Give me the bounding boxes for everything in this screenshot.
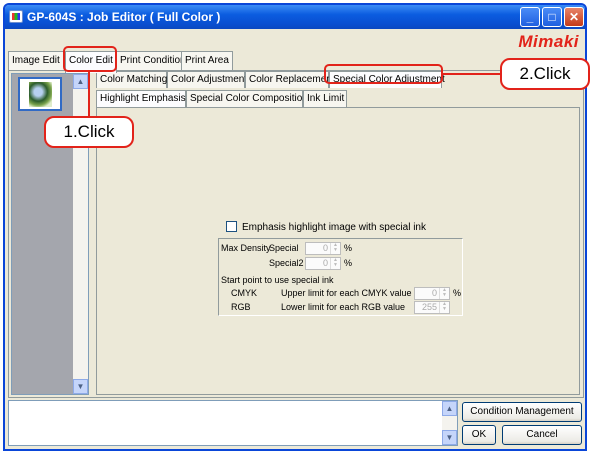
- emphasis-checkbox-row[interactable]: Emphasis highlight image with special in…: [226, 221, 426, 233]
- highlight-emphasis-panel: Emphasis highlight image with special in…: [96, 107, 580, 395]
- emphasis-checkbox-label: Emphasis highlight image with special in…: [242, 222, 426, 233]
- special2-label: Special2: [269, 258, 304, 268]
- thumbnail-image: [29, 82, 52, 107]
- rgb-spinner[interactable]: 255 ▲ ▼: [414, 301, 450, 314]
- scroll-up-icon[interactable]: ▲: [73, 74, 88, 89]
- app-icon: [9, 10, 23, 23]
- cmyk-desc: Upper limit for each CMYK value: [281, 288, 412, 298]
- condition-management-button[interactable]: Condition Management: [462, 402, 582, 422]
- cmyk-spinner[interactable]: 0 ▲ ▼: [414, 287, 450, 300]
- tab-print-area[interactable]: Print Area: [181, 51, 233, 71]
- message-box[interactable]: ▲ ▼: [8, 400, 458, 446]
- cmyk-label: CMYK: [231, 288, 258, 298]
- special2-percent: %: [344, 258, 353, 268]
- tab-print-condition[interactable]: Print Condition: [116, 51, 186, 71]
- message-scrollbar[interactable]: ▲ ▼: [442, 401, 457, 445]
- special-label: Special: [269, 243, 299, 253]
- minimize-button[interactable]: _: [520, 7, 540, 27]
- max-density-label: Max Density: [221, 243, 271, 253]
- spinner-arrows-icon[interactable]: ▲ ▼: [439, 288, 449, 299]
- tab-color-adjustment[interactable]: Color Adjustment: [167, 71, 247, 88]
- start-point-label: Start point to use special ink: [221, 275, 334, 285]
- special-percent: %: [344, 243, 353, 253]
- step2-callout: 2.Click: [500, 58, 590, 90]
- spinner-arrows-icon[interactable]: ▲ ▼: [330, 243, 340, 254]
- step1-callout: 1.Click: [44, 116, 134, 148]
- rgb-desc: Lower limit for each RGB value: [281, 302, 406, 312]
- mimaki-logo: Mimaki: [518, 32, 579, 51]
- scroll-down-icon[interactable]: ▼: [73, 379, 88, 394]
- density-group: Max Density Special 0 ▲ ▼ % Special2 0 ▲ ▼…: [218, 238, 463, 316]
- special2-value: 0: [322, 258, 328, 268]
- close-button[interactable]: ✕: [564, 7, 584, 27]
- rgb-value: 255: [421, 302, 437, 312]
- scroll-up-icon[interactable]: ▲: [442, 401, 457, 416]
- spinner-arrows-icon[interactable]: ▲ ▼: [439, 302, 449, 313]
- highlight-content: Emphasis highlight image with special in…: [99, 110, 577, 392]
- ok-button[interactable]: OK: [462, 425, 496, 445]
- cmyk-value: 0: [431, 288, 437, 298]
- spinner-arrows-icon[interactable]: ▲ ▼: [330, 258, 340, 269]
- window-title: GP-604S : Job Editor ( Full Color ): [27, 10, 221, 24]
- bottom-area: ▲ ▼ Condition Management OK Cancel: [8, 400, 584, 448]
- tab-color-replacement[interactable]: Color Replacement: [245, 71, 335, 88]
- tab-special-color-composition[interactable]: Special Color Composition: [186, 90, 308, 107]
- maximize-button[interactable]: □: [542, 7, 562, 27]
- scroll-down-icon[interactable]: ▼: [442, 430, 457, 445]
- tab-highlight-emphasis[interactable]: Highlight Emphasis: [96, 90, 186, 107]
- tab-color-matching[interactable]: Color Matching: [96, 71, 167, 88]
- special-color-adjustment-highlight: [324, 64, 443, 84]
- special-value: 0: [322, 243, 328, 253]
- image-thumbnail[interactable]: [18, 77, 62, 111]
- special-spinner[interactable]: 0 ▲ ▼: [305, 242, 341, 255]
- special2-spinner[interactable]: 0 ▲ ▼: [305, 257, 341, 270]
- title-bar[interactable]: GP-604S : Job Editor ( Full Color ) _ □ …: [5, 5, 585, 29]
- tab-ink-limit[interactable]: Ink Limit: [303, 90, 347, 107]
- tab-image-edit[interactable]: Image Edit: [8, 51, 66, 71]
- color-edit-highlight: [63, 46, 117, 72]
- emphasis-checkbox[interactable]: [226, 221, 237, 232]
- rgb-label: RGB: [231, 302, 251, 312]
- cancel-button[interactable]: Cancel: [502, 425, 582, 445]
- cmyk-percent: %: [453, 288, 462, 298]
